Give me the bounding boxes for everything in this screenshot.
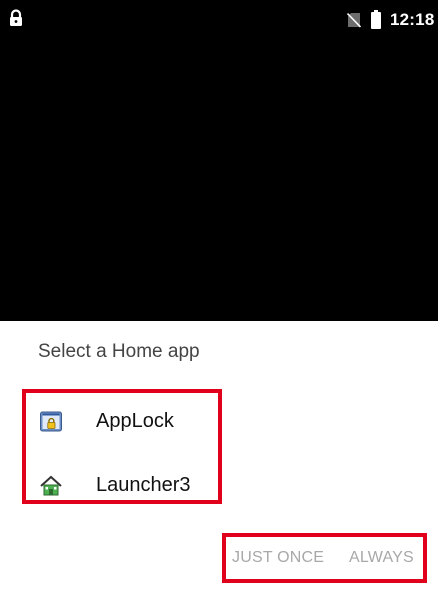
always-button[interactable]: ALWAYS <box>349 549 414 567</box>
app-label: Launcher3 <box>96 474 191 496</box>
app-label: AppLock <box>96 410 174 432</box>
home-icon <box>40 475 62 496</box>
applock-icon <box>40 411 62 432</box>
app-list: AppLock Launcher3 <box>22 389 222 504</box>
status-bar: 12:18 <box>0 0 438 40</box>
dialog-title: Select a Home app <box>38 341 200 362</box>
lock-icon <box>10 9 22 26</box>
app-item-applock[interactable]: AppLock <box>26 399 218 453</box>
app-item-launcher3[interactable]: Launcher3 <box>26 463 218 517</box>
battery-icon <box>371 10 381 29</box>
dialog-actions: JUST ONCE ALWAYS <box>222 533 427 583</box>
just-once-button[interactable]: JUST ONCE <box>232 549 324 567</box>
clock: 12:18 <box>390 10 435 29</box>
home-app-chooser-screen: 12:18 Select a Home app AppLock Launcher… <box>0 0 438 598</box>
chooser-sheet: Select a Home app AppLock Launcher3 JUST… <box>0 321 438 598</box>
no-sim-icon <box>347 12 361 28</box>
